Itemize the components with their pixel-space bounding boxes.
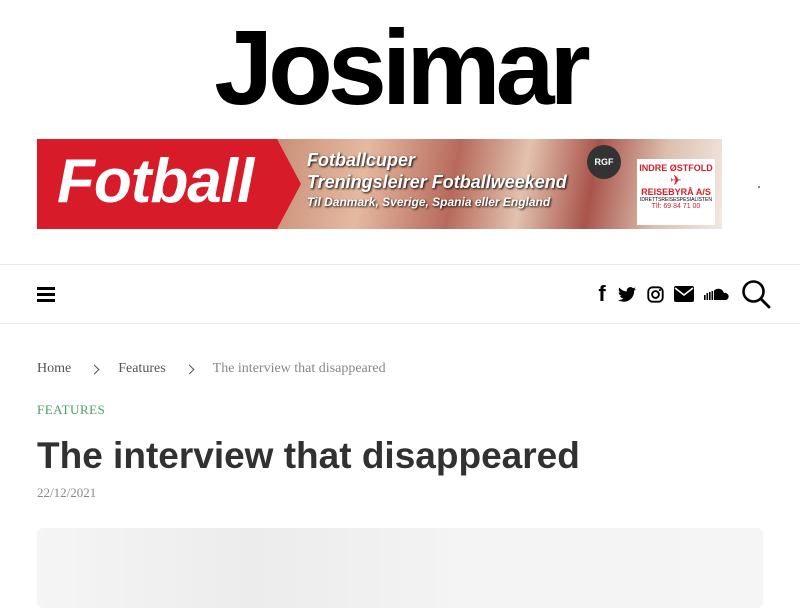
hamburger-icon[interactable] [37,287,55,302]
article-title: The interview that disappeared [37,435,580,476]
banner-line-2: Treningsleirer Fotballweekend [307,172,567,192]
airplane-icon: ✈ [670,172,682,188]
banner-line-3: Til Danmark, Sverige, Spania eller Engla… [307,195,551,209]
chevron-right-icon [184,364,195,374]
breadcrumb-current: The interview that disappeared [212,361,386,376]
banner-wedge [277,139,301,229]
breadcrumb-home[interactable]: Home [37,361,71,377]
envelope-icon[interactable] [673,281,695,307]
instagram-icon[interactable] [645,281,665,307]
twitter-icon[interactable] [617,281,637,307]
agency-name: REISEBYRÅ A/S [641,187,711,197]
chevron-right-icon [89,364,100,374]
agency-phone: Tlf: 69 84 71 00 [651,203,701,210]
site-logo[interactable]: Josimar [0,15,800,121]
dot-divider [758,186,760,188]
agency-badge: INDRE ØSTFOLD ✈ REISEBYRÅ A/S IDRETTSREI… [637,159,715,225]
banner-text: Fotballcuper Treningsleirer Fotballweeke… [307,149,567,211]
article-date: 22/12/2021 [37,485,97,500]
search-icon[interactable] [741,279,773,311]
breadcrumb: Home Features The interview that disappe… [37,361,386,377]
banner-headline: Fotball [57,147,254,216]
soundcloud-icon[interactable] [703,281,731,307]
navigation-bar: f [0,264,800,324]
advertisement-banner[interactable]: Fotball Fotballcuper Treningsleirer Fotb… [37,139,722,229]
featured-image [37,528,763,608]
agency-top: INDRE ØSTFOLD [639,163,713,173]
banner-line-1: Fotballcuper [307,150,416,170]
banner-seal: RGF [587,145,621,179]
facebook-icon[interactable]: f [595,281,609,307]
breadcrumb-features[interactable]: Features [118,361,165,377]
article-category[interactable]: FEATURES [37,402,105,418]
